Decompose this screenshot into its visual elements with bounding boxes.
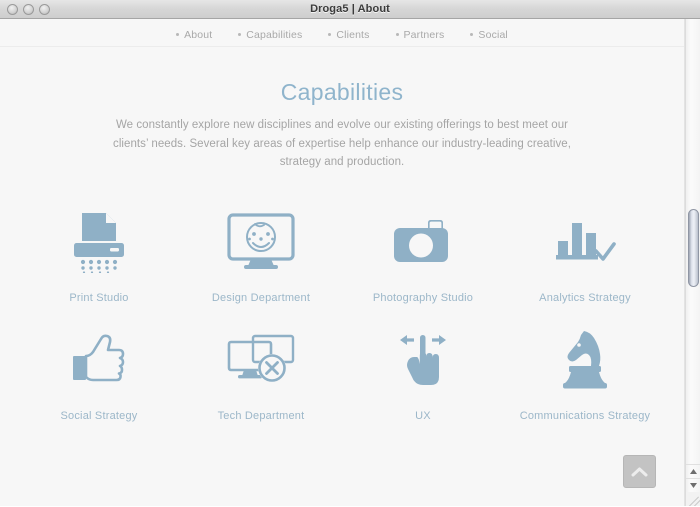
capability-analytics-strategy[interactable]: Analytics Strategy — [504, 206, 666, 304]
capability-photography-studio[interactable]: Photography Studio — [342, 206, 504, 304]
capability-label: Print Studio — [69, 291, 129, 304]
zoom-button[interactable] — [39, 4, 50, 15]
nav-item-clients[interactable]: Clients — [315, 29, 382, 41]
arrow-down-icon — [689, 483, 697, 488]
monitors-error-icon — [227, 324, 295, 396]
capability-label: Communications Strategy — [519, 409, 651, 422]
window-resize-grip[interactable] — [686, 492, 700, 506]
page-title: Capabilities — [280, 79, 404, 105]
capability-ux[interactable]: UX — [342, 324, 504, 422]
capability-print-studio[interactable]: Print Studio — [18, 206, 180, 304]
nav-item-label: Clients — [336, 28, 370, 41]
window-controls — [7, 4, 50, 15]
capability-communications-strategy[interactable]: Communications Strategy — [504, 324, 666, 422]
scrollbar-thumb[interactable] — [688, 209, 699, 287]
nav-item-label: About — [184, 28, 213, 41]
arrow-up-icon — [689, 469, 697, 474]
web-page: About Capabilities Clients Partners Soci… — [0, 19, 685, 506]
page-viewport: About Capabilities Clients Partners Soci… — [0, 19, 700, 506]
capability-label: Analytics Strategy — [539, 291, 631, 304]
nav-item-label: Partners — [403, 28, 445, 41]
capability-label: UX — [415, 409, 431, 422]
bullet-dot-icon — [470, 33, 474, 36]
site-navigation: About Capabilities Clients Partners Soci… — [0, 19, 684, 47]
capability-social-strategy[interactable]: Social Strategy — [18, 324, 180, 422]
close-button[interactable] — [7, 4, 18, 15]
window-title: Droga5 | About — [310, 3, 390, 15]
printer-shredder-icon — [70, 206, 128, 278]
capability-tech-department[interactable]: Tech Department — [180, 324, 342, 422]
capability-label: Tech Department — [217, 409, 305, 422]
nav-item-partners[interactable]: Partners — [383, 29, 458, 41]
bullet-dot-icon — [395, 33, 399, 36]
pointing-hand-arrows-icon — [396, 324, 450, 396]
capability-label: Photography Studio — [372, 291, 474, 304]
nav-item-capabilities[interactable]: Capabilities — [225, 29, 315, 41]
capability-label: Design Department — [211, 291, 311, 304]
capability-label: Social Strategy — [60, 409, 138, 422]
browser-window: Droga5 | About About Capabilities Client… — [0, 0, 700, 507]
scroll-up-button[interactable] — [686, 464, 700, 478]
nav-item-social[interactable]: Social — [457, 29, 521, 41]
scrollbar-buttons — [686, 464, 700, 492]
scroll-down-button[interactable] — [686, 478, 700, 492]
nav-item-label: Capabilities — [246, 28, 303, 41]
nav-item-about[interactable]: About — [163, 29, 225, 41]
nav-item-label: Social — [478, 28, 508, 41]
minimize-button[interactable] — [23, 4, 34, 15]
hero-paragraph: We constantly explore new disciplines an… — [113, 119, 571, 168]
capability-design-department[interactable]: Design Department — [180, 206, 342, 304]
back-to-top-button[interactable] — [623, 455, 656, 488]
hero-section: Capabilities We constantly explore new d… — [0, 47, 684, 172]
window-titlebar: Droga5 | About — [0, 0, 700, 19]
camera-icon — [392, 206, 454, 278]
capabilities-grid: Print Studio Design Department Photograp… — [0, 206, 684, 422]
chess-knight-icon — [557, 324, 613, 396]
thumbs-up-icon — [71, 324, 127, 396]
chevron-up-icon — [631, 467, 648, 476]
bullet-dot-icon — [176, 33, 180, 36]
vertical-scrollbar[interactable] — [685, 19, 700, 506]
bullet-dot-icon — [328, 33, 332, 36]
bar-chart-check-icon — [554, 206, 616, 278]
bullet-dot-icon — [238, 33, 242, 36]
monitor-smiley-icon — [227, 206, 295, 278]
